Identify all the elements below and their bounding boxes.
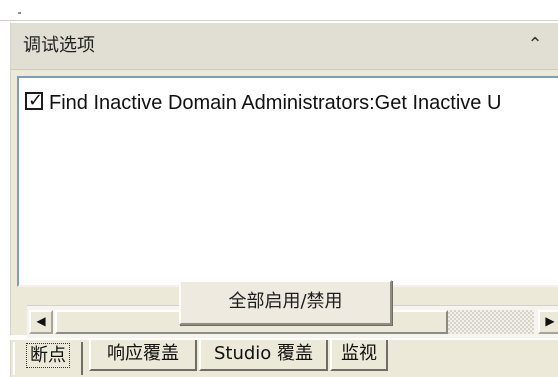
checkmark-icon: ✓: [28, 91, 43, 111]
double-chevron-up-icon[interactable]: ⌃: [523, 33, 547, 57]
debug-options-list[interactable]: ✓ Find Inactive Domain Administrators:Ge…: [17, 76, 558, 287]
bottom-tabs: 断点 响应覆盖 Studio 覆盖 监视: [10, 340, 558, 377]
tab-response-overrides[interactable]: 响应覆盖: [89, 340, 197, 371]
scroll-left-button[interactable]: ◀: [29, 310, 53, 334]
enabled-checkbox[interactable]: ✓: [25, 92, 43, 110]
scroll-right-button[interactable]: ▶: [538, 310, 558, 334]
tab-label: 监视: [341, 343, 377, 364]
panel-title: 调试选项: [23, 34, 95, 58]
tab-label: 断点: [28, 345, 68, 366]
tab-watch[interactable]: 监视: [330, 340, 388, 371]
debug-options-window: 调试选项 ⌃ ✓ Find Inactive Domain Administra…: [0, 0, 558, 377]
list-item[interactable]: ✓ Find Inactive Domain Administrators:Ge…: [25, 91, 558, 115]
panel-header: 调试选项 ⌃: [11, 23, 558, 70]
scroll-track[interactable]: [448, 310, 534, 334]
debug-options-panel: 调试选项 ⌃ ✓ Find Inactive Domain Administra…: [10, 22, 558, 335]
tab-label: 响应覆盖: [107, 343, 179, 364]
top-strip-mark: [18, 12, 21, 14]
tab-breakpoints[interactable]: 断点: [13, 342, 83, 375]
left-arrow-icon: ◀: [36, 314, 45, 328]
tab-studio-overrides[interactable]: Studio 覆盖: [199, 340, 328, 371]
toggle-all-button[interactable]: 全部启用/禁用: [179, 280, 392, 325]
top-strip: [0, 0, 558, 21]
tab-label: Studio 覆盖: [214, 343, 313, 364]
list-item-label: Find Inactive Domain Administrators:Get …: [49, 91, 501, 115]
right-arrow-icon: ▶: [545, 314, 554, 328]
